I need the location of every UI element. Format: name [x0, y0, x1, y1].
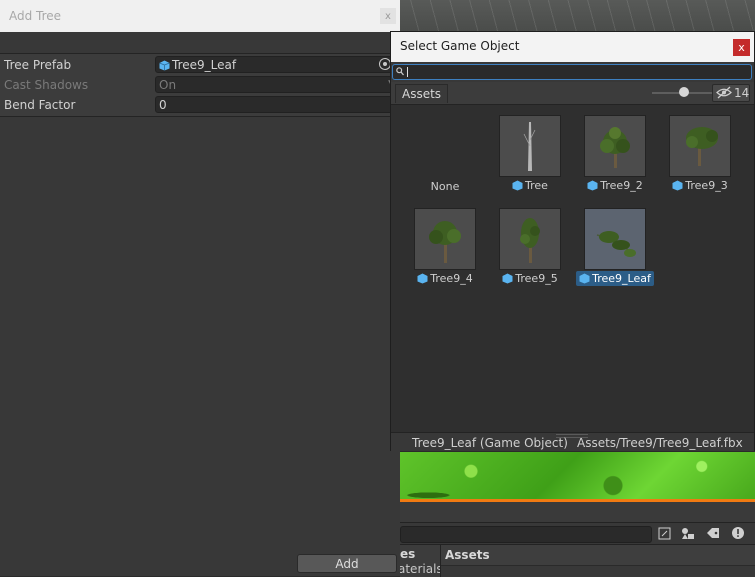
picker-tab-bar: Assets 14 — [391, 82, 754, 105]
prefab-icon — [512, 180, 523, 191]
grid-item-label: Tree9_5 — [489, 272, 571, 285]
cast-shadows-value: On — [159, 78, 177, 92]
property-row-cast-shadows: Cast Shadows On ▼ — [0, 75, 400, 95]
selected-object-path: Assets/Tree9/Tree9_Leaf.fbx — [577, 436, 743, 450]
select-game-object-window: Select Game Object x Assets 14 None Tree… — [390, 31, 755, 451]
grid-item-label: Tree — [489, 179, 571, 192]
prefab-icon — [587, 180, 598, 191]
select-game-object-titlebar[interactable]: Select Game Object x — [391, 32, 754, 62]
cast-shadows-dropdown: On ▼ — [155, 76, 400, 93]
object-search-input[interactable] — [392, 64, 752, 80]
selected-object-name: Tree9_Leaf (Game Object) — [412, 436, 568, 450]
property-row-bend-factor: Bend Factor 0 — [0, 95, 400, 115]
asset-thumbnail — [584, 115, 646, 177]
add-tree-titlebar[interactable]: Add Tree x — [0, 0, 400, 32]
project-folder-tree: es aterials — [400, 545, 441, 577]
prefab-icon — [579, 273, 590, 284]
grid-item-tree[interactable]: Tree — [489, 115, 569, 197]
property-label: Cast Shadows — [4, 78, 89, 92]
hidden-count: 14 — [734, 86, 750, 100]
project-toolbar — [400, 522, 755, 545]
window-title: Add Tree — [9, 9, 62, 23]
window-title: Select Game Object — [400, 39, 520, 53]
folder-tree-item[interactable]: aterials — [400, 562, 440, 576]
search-icon — [396, 65, 404, 79]
close-button[interactable]: x — [733, 39, 750, 56]
prefab-icon — [159, 60, 170, 71]
bend-factor-input[interactable]: 0 — [155, 96, 400, 113]
grid-item-label: Tree9_2 — [574, 179, 656, 192]
project-search-input[interactable] — [400, 526, 652, 543]
slider-handle[interactable] — [679, 87, 689, 97]
scene-view-terrain[interactable] — [400, 452, 755, 500]
property-label: Tree Prefab — [4, 58, 72, 72]
grid-item-tree9-4[interactable]: Tree9_4 — [404, 208, 484, 290]
grid-item-label: Tree9_3 — [659, 179, 741, 192]
tab-assets[interactable]: Assets — [395, 84, 449, 103]
asset-thumbnail — [414, 208, 476, 270]
asset-grid: None Tree Tree9_2 Tree9_3 Tree9_4 Tree9_… — [391, 105, 754, 432]
asset-thumbnail — [499, 208, 561, 270]
filter-by-type-icon[interactable] — [677, 524, 699, 542]
folder-tree-label: es — [400, 547, 416, 561]
grid-item-none[interactable]: None — [404, 115, 484, 197]
warning-icon[interactable] — [727, 524, 749, 542]
text-cursor — [407, 67, 408, 77]
grid-item-tree9-3[interactable]: Tree9_3 — [659, 115, 739, 197]
add-tree-window: Add Tree x Tree Prefab Tree9_Leaf Cast S… — [0, 0, 400, 576]
assets-breadcrumb[interactable]: Assets — [445, 548, 490, 562]
grid-item-label: Tree9_4 — [404, 272, 486, 285]
editor-strip — [400, 502, 755, 522]
prefab-icon — [502, 273, 513, 284]
prefab-icon — [672, 180, 683, 191]
grid-item-tree9-leaf[interactable]: Tree9_Leaf — [574, 208, 654, 290]
asset-thumbnail — [499, 115, 561, 177]
filter-by-label-icon[interactable] — [702, 524, 724, 542]
close-icon: x — [385, 10, 391, 22]
tree-prefab-value: Tree9_Leaf — [172, 58, 237, 72]
add-button[interactable]: Add — [297, 554, 397, 573]
selection-info-bar: Tree9_Leaf (Game Object) Assets/Tree9/Tr… — [391, 432, 754, 451]
asset-thumbnail — [584, 208, 646, 270]
grid-item-tree9-2[interactable]: Tree9_2 — [574, 115, 654, 197]
asset-thumbnail — [669, 115, 731, 177]
close-button[interactable]: x — [380, 8, 396, 24]
grid-item-tree9-5[interactable]: Tree9_5 — [489, 208, 569, 290]
grid-item-label: None — [430, 180, 460, 193]
grid-item-label: Tree9_Leaf — [574, 271, 656, 286]
tree-prefab-object-field[interactable]: Tree9_Leaf — [155, 56, 400, 73]
prefab-icon — [417, 273, 428, 284]
property-row-tree-prefab: Tree Prefab Tree9_Leaf — [0, 55, 400, 75]
close-icon: x — [738, 41, 745, 54]
property-label: Bend Factor — [4, 98, 76, 112]
hidden-packages-toggle[interactable]: 14 — [712, 84, 750, 102]
scene-view-top — [400, 0, 755, 32]
eye-slash-icon — [716, 86, 732, 102]
search-by-type-icon[interactable] — [653, 524, 675, 542]
bend-factor-value: 0 — [159, 98, 167, 112]
property-list: Tree Prefab Tree9_Leaf Cast Shadows On ▼… — [0, 53, 400, 117]
project-panel: es aterials Assets — [400, 544, 755, 577]
